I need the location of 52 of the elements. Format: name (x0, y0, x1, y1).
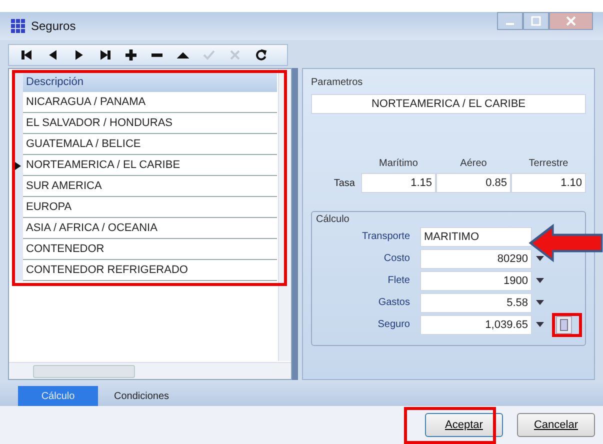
dropdown-arrow-icon[interactable] (536, 322, 544, 327)
grid-row[interactable]: EL SALVADOR / HONDURAS (23, 113, 277, 134)
column-label: Terrestre (528, 158, 570, 169)
column-label: Aéreo (459, 158, 488, 169)
horizontal-scrollbar[interactable] (9, 362, 291, 379)
dropdown-arrow-icon[interactable] (536, 278, 544, 283)
tab[interactable]: Cálculo (18, 386, 98, 406)
amount-field[interactable]: 1,039.65 (420, 314, 532, 334)
field-label: Gastos (377, 297, 411, 308)
grid-row[interactable]: CONTENEDOR (23, 239, 277, 260)
dropdown-arrow-icon[interactable] (536, 256, 544, 261)
grid-icon (10, 18, 26, 34)
accept-button[interactable]: Aceptar (425, 413, 503, 437)
grid-row[interactable]: ASIA / AFRICA / OCEANIA (23, 218, 277, 239)
calculator-icon (560, 318, 568, 330)
transport-field[interactable]: MARITIMO (420, 226, 532, 246)
rate-field[interactable]: 0.85 (436, 173, 511, 193)
arrow-icon (529, 222, 603, 264)
grid-row[interactable]: NICARAGUA / PANAMA (23, 92, 277, 113)
column-header[interactable]: Descripción (23, 71, 277, 92)
field-label: Costo (382, 253, 411, 264)
column-label: Marítimo (378, 158, 419, 169)
maximize-button[interactable] (523, 12, 549, 30)
tab[interactable]: Condiciones (98, 386, 186, 406)
minimize-icon (506, 23, 514, 25)
current-row-icon (15, 162, 21, 170)
highlight-box (552, 313, 582, 337)
amount-field[interactable]: 80290 (420, 248, 532, 268)
grid-row[interactable]: GUATEMALA / BELICE (23, 134, 277, 155)
close-icon (566, 16, 576, 26)
dropdown-arrow-icon[interactable] (536, 300, 544, 305)
amount-field[interactable]: 5.58 (420, 292, 532, 312)
field-label: Flete (386, 275, 411, 286)
close-button[interactable] (549, 12, 593, 30)
field-label: Transporte (361, 231, 411, 242)
rate-label: Tasa (332, 176, 356, 190)
rate-field[interactable]: 1.10 (511, 173, 586, 193)
section-label: Parametros (311, 77, 364, 88)
window-title: Seguros (31, 19, 76, 33)
grid-row[interactable]: EUROPA (23, 197, 277, 218)
grid-row[interactable]: SUR AMERICA (23, 176, 277, 197)
minimize-button[interactable] (497, 12, 523, 30)
cancel-button[interactable]: Cancelar (517, 413, 595, 437)
rate-field[interactable]: 1.15 (361, 173, 436, 193)
amount-field[interactable]: 1900 (420, 270, 532, 290)
group-label: Cálculo (316, 214, 350, 225)
grid-row[interactable]: CONTENEDOR REFRIGERADO (23, 260, 277, 281)
description-field[interactable]: NORTEAMERICA / EL CARIBE (311, 94, 586, 114)
calculate-button[interactable] (556, 316, 572, 334)
field-label: Seguro (376, 319, 411, 330)
grid-row[interactable]: NORTEAMERICA / EL CARIBE (23, 155, 277, 176)
maximize-icon (531, 16, 541, 26)
